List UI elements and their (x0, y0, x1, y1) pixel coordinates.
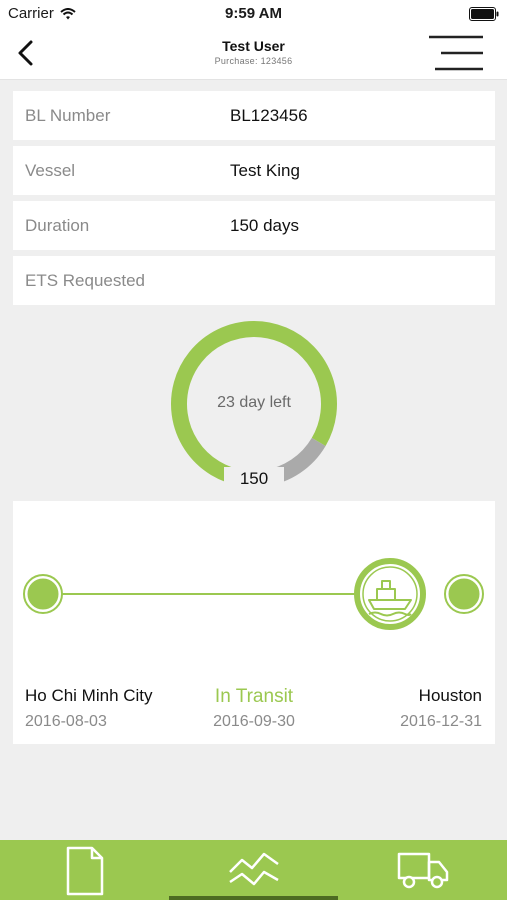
active-tab-indicator (169, 896, 338, 900)
destination-date: 2016-12-31 (400, 713, 482, 730)
route-timeline (23, 558, 484, 630)
detail-label: Duration (25, 216, 90, 235)
destination-node (444, 574, 484, 614)
origin-node (23, 574, 63, 614)
detail-label: BL Number (25, 106, 111, 125)
tracking-chart-icon (229, 852, 279, 886)
total-days-label: 150 (224, 467, 284, 491)
days-left-label: 23 day left (217, 394, 291, 411)
hamburger-menu-icon (429, 35, 483, 71)
menu-button[interactable] (427, 34, 485, 72)
current-position-node (354, 558, 426, 630)
route-timeline-card: Ho Chi Minh City 2016-08-03 In Transit 2… (13, 501, 495, 744)
detail-label: ETS Requested (25, 271, 146, 290)
detail-row-ets-requested: ETS Requested (13, 256, 495, 305)
detail-value: 150 days (230, 216, 299, 235)
status-bar: Carrier 9:59 AM (0, 0, 507, 28)
navigation-bar: Test User Purchase: 123456 (0, 28, 507, 80)
detail-row-duration: Duration 150 days (13, 201, 495, 250)
detail-value: BL123456 (230, 106, 308, 125)
document-icon (66, 846, 104, 896)
tab-documents[interactable] (0, 840, 169, 900)
destination-city: Houston (418, 686, 482, 705)
bottom-tab-bar (0, 840, 507, 900)
detail-value: Test King (230, 161, 300, 180)
detail-label: Vessel (25, 161, 76, 180)
battery-icon (469, 7, 499, 21)
truck-icon (397, 852, 449, 889)
detail-row-vessel: Vessel Test King (13, 146, 495, 195)
status-time: 9:59 AM (225, 5, 282, 22)
detail-row-bl-number: BL Number BL123456 (13, 91, 495, 140)
tab-delivery[interactable] (338, 840, 507, 900)
tab-tracking[interactable] (169, 840, 338, 900)
